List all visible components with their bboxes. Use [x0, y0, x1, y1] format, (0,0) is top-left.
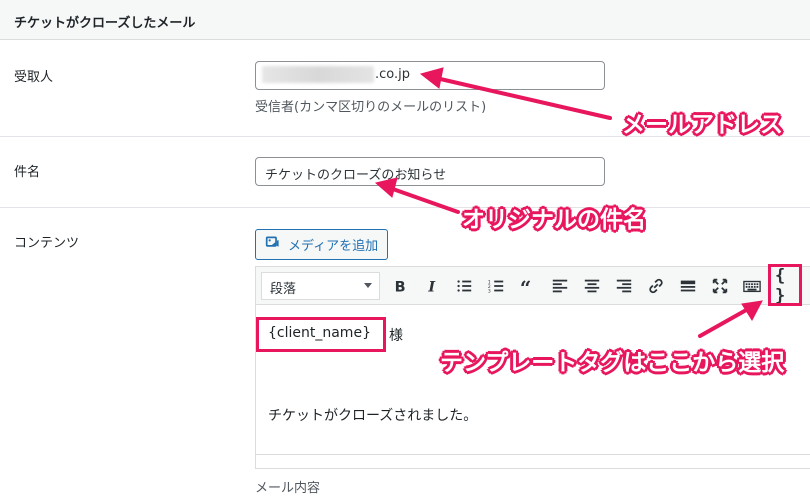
format-select[interactable]: 段落	[261, 272, 380, 300]
recipient-label: 受取人	[14, 70, 54, 85]
content-label: コンテンツ	[14, 236, 80, 251]
add-media-label: メディアを追加	[288, 239, 379, 254]
bullet-list-icon[interactable]	[453, 275, 475, 297]
editor-toolbar: 段落 B I 123 “ { }	[256, 266, 810, 306]
align-center-icon[interactable]	[581, 275, 603, 297]
read-more-icon[interactable]	[677, 275, 699, 297]
keyboard-icon[interactable]	[741, 275, 763, 297]
row-divider	[0, 207, 810, 208]
body-message: チケットがクローズされました。	[268, 408, 478, 424]
redacted-email	[262, 66, 374, 83]
callout-template-tag-hint: テンプレートタグはここから選択	[440, 350, 785, 376]
svg-text:3: 3	[488, 288, 491, 294]
blockquote-icon[interactable]: “	[517, 275, 539, 297]
italic-icon[interactable]: I	[421, 275, 443, 297]
recipient-value-suffix: .co.jp	[375, 67, 411, 82]
editor-statusbar	[256, 454, 810, 468]
client-tag-highlight	[256, 317, 386, 352]
bold-icon[interactable]: B	[389, 275, 411, 297]
callout-email-address: メールアドレス	[622, 112, 783, 138]
svg-text:I: I	[427, 278, 436, 295]
svg-text:“: “	[520, 277, 531, 295]
section-title: チケットがクローズしたメール	[0, 0, 810, 40]
subject-label: 件名	[14, 165, 41, 180]
numbered-list-icon[interactable]: 123	[485, 275, 507, 297]
callout-original-subject: オリジナルの件名	[462, 207, 646, 233]
recipient-description: 受信者(カンマ区切りのメールのリスト)	[255, 100, 487, 115]
honorific-text: 様	[389, 328, 403, 344]
content-description: メール内容	[255, 481, 321, 496]
link-icon[interactable]	[645, 275, 667, 297]
chevron-down-icon	[364, 283, 372, 288]
align-right-icon[interactable]	[613, 275, 635, 297]
template-button-highlight	[768, 264, 802, 306]
format-select-value: 段落	[270, 282, 297, 297]
align-left-icon[interactable]	[549, 275, 571, 297]
media-icon	[265, 234, 282, 255]
svg-text:B: B	[395, 279, 406, 295]
fullscreen-icon[interactable]	[709, 275, 731, 297]
subject-input[interactable]: チケットのクローズのお知らせ	[255, 157, 605, 186]
add-media-button[interactable]: メディアを追加	[255, 229, 388, 260]
